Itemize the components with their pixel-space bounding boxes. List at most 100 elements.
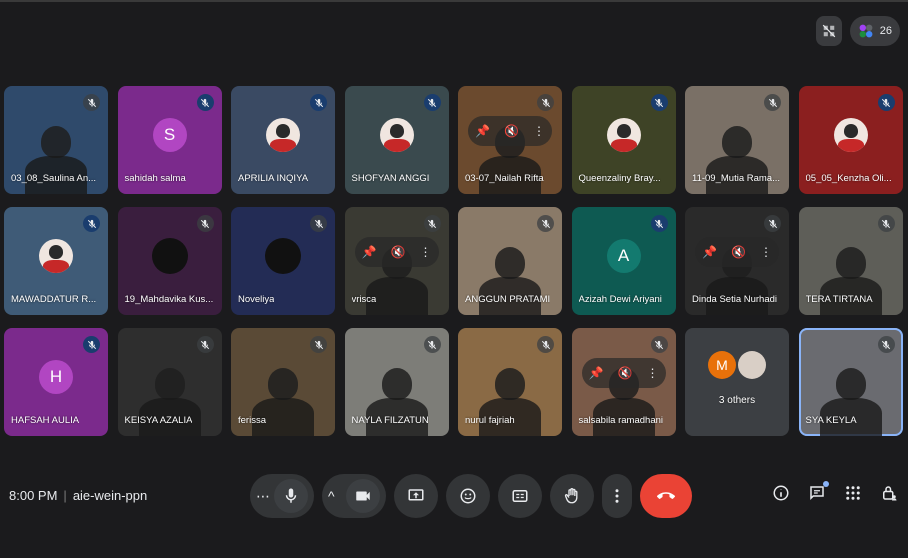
participant-tile[interactable]: H HAFSAH AULIA xyxy=(4,328,108,436)
participant-tile[interactable]: Ssahidah salma xyxy=(117,86,222,194)
participant-tile[interactable]: ANGGUN PRATAMI xyxy=(458,207,562,315)
info-icon xyxy=(773,485,789,501)
mic-off-icon xyxy=(650,94,668,111)
participant-tile[interactable]: SYA KEYLA xyxy=(798,328,903,436)
raise-hand-button[interactable] xyxy=(550,474,594,518)
participant-name: salsabila ramadhani xyxy=(578,415,664,426)
chat-button[interactable] xyxy=(808,481,829,507)
participant-tile[interactable]: 05_05_Kenzha Oli... xyxy=(798,86,903,194)
profile-photo xyxy=(606,117,641,152)
more-options-button[interactable] xyxy=(602,474,632,518)
participant-name: APRILIA INQIYA xyxy=(238,173,309,184)
activities-button[interactable] xyxy=(844,484,862,507)
mute-icon[interactable]: 🔇 xyxy=(504,124,519,138)
meeting-details-button[interactable] xyxy=(772,484,790,507)
present-screen-button[interactable] xyxy=(394,474,438,518)
bottom-bar: 8:00 PM | aie-wein-ppn ⋯ ^ xyxy=(0,470,908,524)
more-vert-icon[interactable]: ⋮ xyxy=(760,245,772,259)
participant-tile[interactable]: KEISYA AZALIA xyxy=(117,328,222,436)
chevron-up-icon[interactable]: ^ xyxy=(328,488,335,504)
pin-icon[interactable]: 📌 xyxy=(702,245,717,259)
mic-off-icon xyxy=(537,336,554,353)
more-audio-options-icon[interactable]: ⋯ xyxy=(256,488,270,505)
grid-off-icon xyxy=(822,24,835,38)
participant-name: Queenzaliny Bray... xyxy=(578,173,661,184)
mic-off-icon xyxy=(196,336,214,353)
pin-icon[interactable]: 📌 xyxy=(589,366,604,380)
lock-person-icon xyxy=(883,486,897,501)
participant-name: 05_05_Kenzha Oli... xyxy=(805,173,892,184)
participant-tile[interactable]: 📌 🔇 ⋮ 03-07_Nailah Rifta xyxy=(458,86,562,194)
pin-icon[interactable]: 📌 xyxy=(475,124,490,138)
mic-control[interactable]: ⋯ xyxy=(250,474,314,518)
participant-tile[interactable]: TERA TIRTANA xyxy=(798,207,903,315)
mic-off-icon xyxy=(423,94,441,111)
mic-icon xyxy=(285,488,297,503)
more-vert-icon xyxy=(615,489,619,503)
participant-tile[interactable]: 19_Mahdavika Kus... xyxy=(117,207,222,315)
separator: | xyxy=(63,488,67,503)
reactions-button[interactable] xyxy=(446,474,490,518)
participant-name: Dinda Setia Nurhadi xyxy=(692,294,778,305)
participant-name: Azizah Dewi Ariyani xyxy=(578,294,662,305)
participant-avatar: S xyxy=(152,117,187,152)
more-vert-icon[interactable]: ⋮ xyxy=(533,124,545,138)
more-vert-icon[interactable]: ⋮ xyxy=(419,245,431,259)
participant-tile[interactable]: Noveliya xyxy=(231,207,335,315)
participant-name: 3 others xyxy=(718,395,756,406)
mic-off-icon xyxy=(537,94,554,111)
host-controls-button[interactable] xyxy=(880,484,898,507)
participant-tile[interactable]: nurul fajriah xyxy=(458,328,562,436)
meeting-info: 8:00 PM | aie-wein-ppn xyxy=(9,488,147,503)
participant-tile[interactable]: 03_08_Saulina An... xyxy=(4,86,108,194)
profile-photo xyxy=(265,237,301,274)
camera-button[interactable] xyxy=(346,479,380,513)
mute-icon[interactable]: 🔇 xyxy=(391,245,406,259)
pin-icon[interactable]: 📌 xyxy=(362,245,377,259)
participant-name: Noveliya xyxy=(238,294,275,305)
mic-button[interactable] xyxy=(274,479,308,513)
profile-photo xyxy=(39,238,73,273)
mic-off-icon xyxy=(423,215,441,232)
leave-call-button[interactable] xyxy=(640,474,692,518)
participant-name: SHOFYAN ANGGI xyxy=(351,173,430,184)
participant-tile[interactable]: 11-09_Mutia Rama... xyxy=(685,86,789,194)
profile-photo xyxy=(379,117,414,152)
participant-name: 11-09_Mutia Rama... xyxy=(692,173,781,184)
participants-button[interactable]: 26 xyxy=(849,16,900,46)
mic-off-icon xyxy=(650,215,668,232)
participant-tile[interactable]: MAWADDATUR R... xyxy=(4,207,108,315)
chat-icon xyxy=(810,486,824,501)
mute-icon[interactable]: 🔇 xyxy=(618,366,633,380)
participant-name: ANGGUN PRATAMI xyxy=(465,294,551,305)
participant-name: SYA KEYLA xyxy=(805,415,857,426)
captions-button[interactable] xyxy=(498,474,542,518)
participant-tile[interactable]: 📌 🔇 ⋮ vrisca xyxy=(344,207,449,315)
layout-toggle-button[interactable] xyxy=(815,16,842,46)
participant-name: vrisca xyxy=(351,294,377,305)
camera-control[interactable]: ^ xyxy=(322,474,386,518)
tile-hover-controls: 📌 🔇 ⋮ xyxy=(695,237,779,268)
mic-off-icon xyxy=(877,336,895,353)
participant-name: ferissa xyxy=(238,415,266,426)
others-avatars: M xyxy=(708,350,766,379)
mic-off-icon xyxy=(310,94,327,111)
present-icon xyxy=(408,489,424,501)
mute-icon[interactable]: 🔇 xyxy=(731,245,746,259)
participant-avatar: A xyxy=(606,238,641,273)
participant-tile[interactable]: M 3 others xyxy=(685,328,789,436)
participant-tile[interactable]: A Azizah Dewi Ariyani xyxy=(571,207,676,315)
profile-photo xyxy=(833,117,868,152)
participant-name: 19_Mahdavika Kus... xyxy=(124,294,214,305)
mic-off-icon xyxy=(764,94,781,111)
participant-tile[interactable]: Queenzaliny Bray... xyxy=(571,86,676,194)
participant-tile[interactable]: NAYLA FILZATUN xyxy=(344,328,449,436)
participant-tile[interactable]: 📌 🔇 ⋮ Dinda Setia Nurhadi xyxy=(685,207,789,315)
participant-tile[interactable]: SHOFYAN ANGGI xyxy=(344,86,449,194)
participant-tile[interactable]: APRILIA INQIYA xyxy=(231,86,335,194)
profile-photo xyxy=(266,117,300,152)
more-vert-icon[interactable]: ⋮ xyxy=(646,366,658,380)
participant-tile[interactable]: ferissa xyxy=(231,328,335,436)
participant-tile[interactable]: 📌 🔇 ⋮ salsabila ramadhani xyxy=(571,328,676,436)
tile-hover-controls: 📌 🔇 ⋮ xyxy=(354,237,439,268)
